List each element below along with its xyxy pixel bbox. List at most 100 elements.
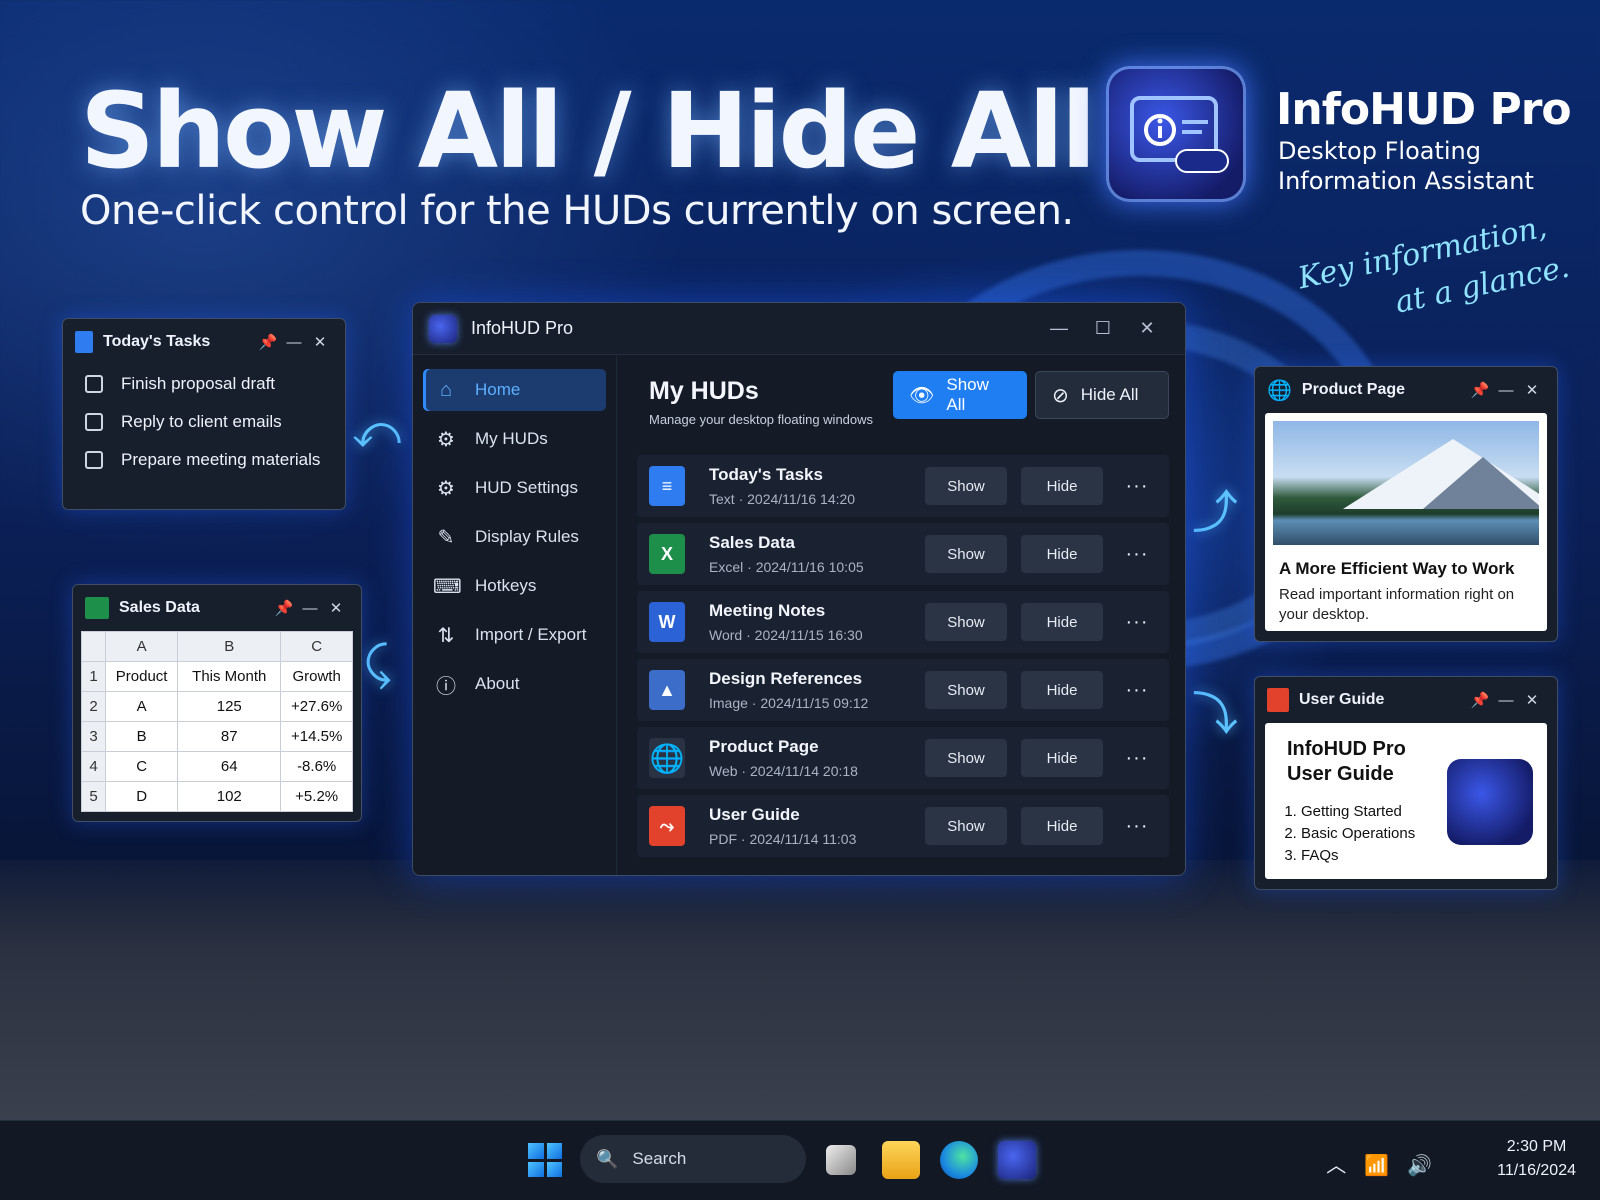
table-row: 4 C 64 -8.6% xyxy=(81,751,353,782)
task-view-icon[interactable] xyxy=(826,1145,856,1175)
hud-date: 2024/11/16 14:20 xyxy=(747,491,856,507)
hide-button[interactable]: Hide xyxy=(1021,807,1103,845)
sidebar: ⌂ Home ⚙ My HUDs ⚙ HUD Settings ✎ Displa… xyxy=(413,355,617,875)
hud-meta: Excel · 2024/11/16 10:05 xyxy=(709,559,864,575)
close-icon[interactable]: ✕ xyxy=(307,333,333,351)
hide-button[interactable]: Hide xyxy=(1021,535,1103,573)
start-button[interactable] xyxy=(528,1143,562,1177)
product-page-hud: 🌐 Product Page 📌 — ✕ A More Efficient Wa… xyxy=(1254,366,1558,642)
close-icon[interactable]: ✕ xyxy=(323,599,349,617)
show-button[interactable]: Show xyxy=(925,807,1007,845)
show-button[interactable]: Show xyxy=(925,671,1007,709)
sidebar-item-about[interactable]: ⓘ About xyxy=(423,663,606,705)
table-cell: C xyxy=(104,751,179,782)
more-icon[interactable]: ··· xyxy=(1117,679,1157,702)
home-icon: ⌂ xyxy=(439,378,453,401)
hud-name: Sales Data xyxy=(709,533,795,552)
close-icon[interactable]: ✕ xyxy=(1519,381,1545,399)
excel-icon xyxy=(85,597,109,619)
close-icon[interactable]: ✕ xyxy=(1519,691,1545,709)
maximize-icon[interactable]: ☐ xyxy=(1081,318,1125,339)
minimize-icon[interactable]: — xyxy=(1493,692,1519,709)
taskbar: 🔍 Search ︿📶🔊 2:30 PM 11/16/2024 xyxy=(0,1120,1600,1200)
sidebar-item-label: Import / Export xyxy=(475,625,587,644)
pin-icon[interactable]: 📌 xyxy=(1467,691,1493,709)
brand-logo xyxy=(1106,66,1246,202)
table-cell: D xyxy=(104,781,179,812)
minimize-icon[interactable]: — xyxy=(281,334,307,351)
hide-all-button[interactable]: ⊘ Hide All xyxy=(1035,371,1169,419)
column-letter: C xyxy=(280,631,353,662)
infohud-taskbar-icon[interactable] xyxy=(998,1141,1036,1179)
pin-icon[interactable]: 📌 xyxy=(271,599,297,617)
show-button[interactable]: Show xyxy=(925,603,1007,641)
show-all-button[interactable]: 👁 Show All xyxy=(893,371,1027,419)
hud-titlebar: Sales Data 📌 — ✕ xyxy=(73,585,361,631)
hide-button[interactable]: Hide xyxy=(1021,671,1103,709)
show-button[interactable]: Show xyxy=(925,739,1007,777)
arrow-icon: ⤴ xyxy=(1192,486,1238,538)
hide-button[interactable]: Hide xyxy=(1021,467,1103,505)
sidebar-item-import-export[interactable]: ⇅ Import / Export xyxy=(423,614,606,656)
more-icon[interactable]: ··· xyxy=(1117,543,1157,566)
content-header: My HUDs Manage your desktop floating win… xyxy=(637,371,1169,455)
hud-info: Product Page Web · 2024/11/14 20:18 xyxy=(709,737,911,779)
landscape-image xyxy=(1273,421,1539,545)
table-cell: +27.6% xyxy=(280,691,353,722)
hud-meta: Web · 2024/11/14 20:18 xyxy=(709,763,858,779)
sidebar-item-label: My HUDs xyxy=(475,429,548,448)
edge-browser-icon[interactable] xyxy=(940,1141,978,1179)
more-icon[interactable]: ··· xyxy=(1117,475,1157,498)
spreadsheet: A B C 1 Product This Month Growth 2 A 12… xyxy=(81,631,353,812)
wifi-icon[interactable]: 📶 xyxy=(1364,1155,1407,1177)
sidebar-item-label: Display Rules xyxy=(475,527,579,546)
task-label: Reply to client emails xyxy=(121,412,282,431)
pin-icon[interactable]: 📌 xyxy=(1467,381,1493,399)
hide-button[interactable]: Hide xyxy=(1021,603,1103,641)
list-item: Basic Operations xyxy=(1301,823,1415,845)
headline: Show All / Hide All xyxy=(80,70,1097,192)
table-cell: 64 xyxy=(177,751,282,782)
eye-off-icon: ⊘ xyxy=(1052,384,1069,407)
info-icon: ⓘ xyxy=(436,675,456,698)
hide-button[interactable]: Hide xyxy=(1021,739,1103,777)
sidebar-item-hotkeys[interactable]: ⌨ Hotkeys xyxy=(423,565,606,607)
hud-date: 2024/11/15 16:30 xyxy=(754,627,863,643)
main-window: InfoHUD Pro — ☐ ✕ ⌂ Home ⚙ My HUDs ⚙ HUD… xyxy=(412,302,1186,876)
doc-icon xyxy=(75,331,93,353)
checkbox[interactable] xyxy=(85,375,103,393)
hud-type: Text xyxy=(709,491,735,507)
show-button[interactable]: Show xyxy=(925,535,1007,573)
file-explorer-icon[interactable] xyxy=(882,1141,920,1179)
window-title: InfoHUD Pro xyxy=(471,318,574,338)
volume-icon[interactable]: 🔊 xyxy=(1407,1155,1450,1177)
table-cell: B xyxy=(104,721,179,752)
sidebar-item-my-huds[interactable]: ⚙ My HUDs xyxy=(423,418,606,460)
checkbox[interactable] xyxy=(85,413,103,431)
sidebar-item-hud-settings[interactable]: ⚙ HUD Settings xyxy=(423,467,606,509)
hud-row: W Meeting Notes Word · 2024/11/15 16:30 … xyxy=(637,591,1169,653)
brand-subtitle: Desktop Floating Information Assistant xyxy=(1278,136,1598,196)
checkbox[interactable] xyxy=(85,451,103,469)
more-icon[interactable]: ··· xyxy=(1117,815,1157,838)
pin-icon[interactable]: 📌 xyxy=(255,333,281,351)
minimize-icon[interactable]: — xyxy=(1037,318,1081,339)
brand-subtitle-line: Desktop Floating xyxy=(1278,137,1481,165)
sidebar-item-home[interactable]: ⌂ Home xyxy=(423,369,606,411)
show-button[interactable]: Show xyxy=(925,467,1007,505)
more-icon[interactable]: ··· xyxy=(1117,611,1157,634)
taskbar-search[interactable]: 🔍 Search xyxy=(580,1135,806,1183)
task-item[interactable]: Finish proposal draft xyxy=(63,365,345,403)
clock[interactable]: 2:30 PM 11/16/2024 xyxy=(1497,1135,1576,1183)
task-item[interactable]: Prepare meeting materials xyxy=(63,441,345,479)
chevron-up-icon[interactable]: ︿ xyxy=(1326,1155,1364,1177)
sidebar-item-display-rules[interactable]: ✎ Display Rules xyxy=(423,516,606,558)
minimize-icon[interactable]: — xyxy=(297,600,323,617)
web-text: Read important information right on your… xyxy=(1279,586,1515,623)
task-item[interactable]: Reply to client emails xyxy=(63,403,345,441)
close-icon[interactable]: ✕ xyxy=(1125,318,1169,339)
minimize-icon[interactable]: — xyxy=(1493,382,1519,399)
more-icon[interactable]: ··· xyxy=(1117,747,1157,770)
hud-name: Product Page xyxy=(709,737,819,756)
row-number: 5 xyxy=(81,781,106,812)
